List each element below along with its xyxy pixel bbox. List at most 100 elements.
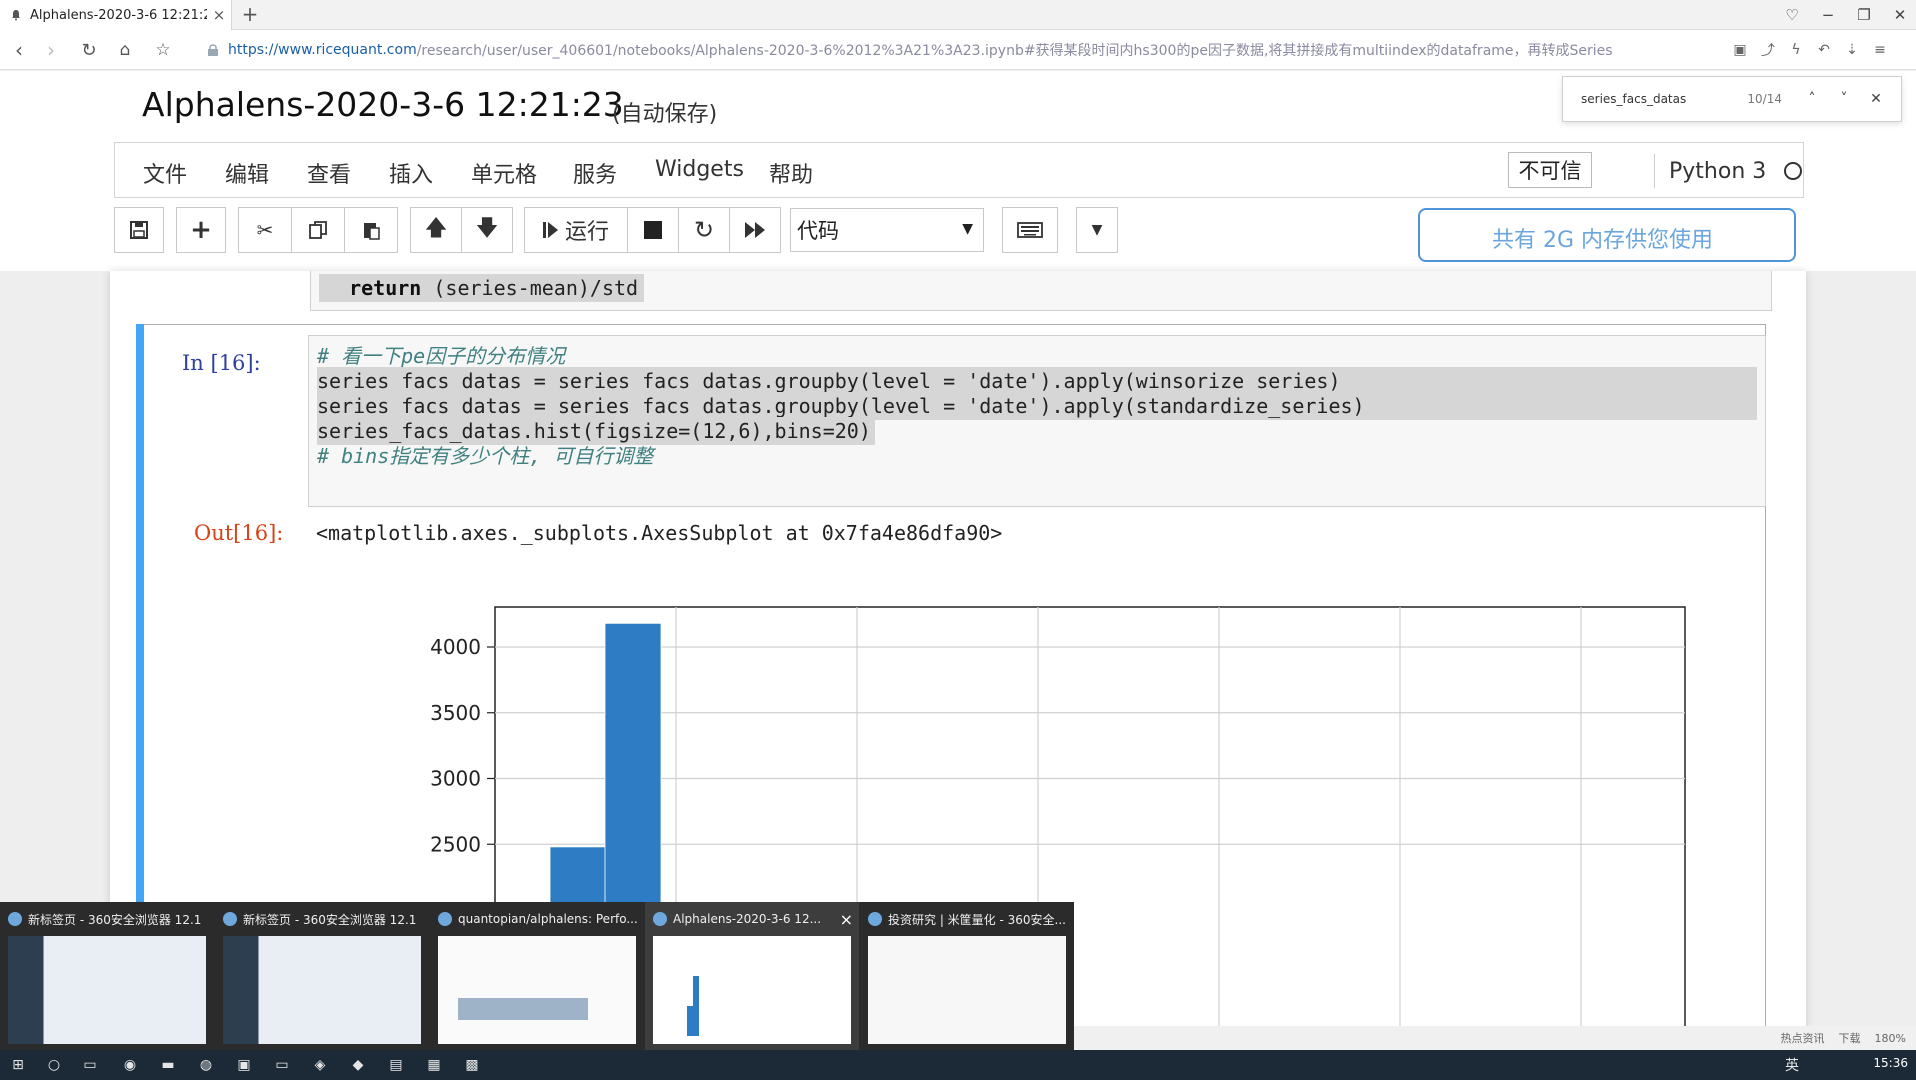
tab-close-icon[interactable]: × xyxy=(207,6,231,24)
code-input[interactable]: # 看一下pe因子的分布情况 series_facs_datas = serie… xyxy=(308,335,1766,507)
folder-icon[interactable]: ▬ xyxy=(158,1055,178,1075)
restart-run-all-button[interactable] xyxy=(729,207,781,253)
new-tab-button[interactable]: + xyxy=(238,3,262,27)
news-link[interactable]: 热点资讯 xyxy=(1781,1030,1825,1046)
copy-icon xyxy=(309,221,327,239)
insert-cell-button[interactable]: + xyxy=(176,207,226,253)
find-next-icon[interactable]: ˅ xyxy=(1828,91,1860,107)
output-prompt: Out[16]: xyxy=(194,521,284,545)
home-icon[interactable]: ⌂ xyxy=(112,37,138,63)
forward-icon[interactable]: › xyxy=(38,37,64,63)
os-taskbar: ⊞ ○ ▭ ◉ ▬ ◍ ▣ ▭ ◈ ◆ ▤ ▦ ▩ 英 15:36 xyxy=(0,1050,1916,1080)
code-line: series_facs_datas = series_facs_datas.gr… xyxy=(317,367,1757,395)
bookmark-window-icon[interactable]: ♡ xyxy=(1774,0,1810,30)
back-icon[interactable]: ‹ xyxy=(6,37,32,63)
kernel-name: Python 3 xyxy=(1669,158,1767,184)
stop-icon xyxy=(644,221,662,239)
find-query[interactable]: series_facs_datas xyxy=(1581,92,1726,106)
interrupt-button[interactable] xyxy=(627,207,679,253)
code-line: series_facs_datas.hist(figsize=(12,6),bi… xyxy=(317,417,875,445)
move-down-button[interactable]: 🡇 xyxy=(461,207,513,253)
app-icon[interactable]: ▭ xyxy=(272,1055,292,1075)
code-line: # bins指定有多少个柱, 可自行调整 xyxy=(317,444,654,468)
browser-icon xyxy=(438,912,452,926)
address-bar: ‹ › ↻ ⌂ ☆ https://www.ricequant.com /res… xyxy=(0,30,1916,70)
search-icon[interactable]: ○ xyxy=(44,1055,64,1075)
preview-close-icon[interactable]: × xyxy=(840,910,853,929)
app-icon[interactable]: ▤ xyxy=(386,1055,406,1075)
task-view-icon[interactable]: ▭ xyxy=(80,1055,100,1075)
minimize-icon[interactable]: − xyxy=(1810,0,1846,30)
app-icon[interactable]: ◆ xyxy=(348,1055,368,1075)
menu-view[interactable]: 查看 xyxy=(307,157,351,189)
browser-icon xyxy=(868,912,882,926)
preview-window[interactable]: 新标签页 - 360安全浏览器 12.1 xyxy=(0,902,214,1050)
app-icon[interactable]: ▣ xyxy=(234,1055,254,1075)
code-line: series_facs_datas = series_facs_datas.gr… xyxy=(317,392,1757,420)
download-link[interactable]: 下载 xyxy=(1839,1030,1861,1046)
menu-cell[interactable]: 单元格 xyxy=(471,157,537,189)
lock-icon xyxy=(208,44,218,56)
find-close-icon[interactable]: ✕ xyxy=(1860,91,1892,107)
code-line: # 看一下pe因子的分布情况 xyxy=(317,344,566,368)
cut-button[interactable]: ✂ xyxy=(238,207,292,253)
url-field[interactable]: https://www.ricequant.com /research/user… xyxy=(206,37,1726,63)
browser-tools: ▣ ⤴ ϟ ↶ ⇣ ≡ xyxy=(1726,37,1894,63)
browser-taskbar-icon[interactable]: ◉ xyxy=(120,1055,140,1075)
menu-edit[interactable]: 编辑 xyxy=(225,157,269,189)
preview-window[interactable]: 新标签页 - 360安全浏览器 12.1 xyxy=(215,902,429,1050)
preview-window-active[interactable]: Alphalens-2020-3-6 12... × xyxy=(645,902,859,1050)
menu-insert[interactable]: 插入 xyxy=(389,157,433,189)
preview-window[interactable]: 投资研究 | 米筐量化 - 360安全... xyxy=(860,902,1074,1050)
undo-icon[interactable]: ↶ xyxy=(1810,37,1838,63)
menu-icon[interactable]: ≡ xyxy=(1866,37,1894,63)
star-icon[interactable]: ☆ xyxy=(150,37,176,63)
browser-tab-active[interactable]: Alphalens-2020-3-6 12:21:23 × xyxy=(0,0,232,30)
zoom-level[interactable]: 180% xyxy=(1875,1032,1906,1045)
ime-indicator[interactable]: 英 xyxy=(1780,1055,1804,1075)
paste-button[interactable] xyxy=(344,207,398,253)
find-prev-icon[interactable]: ˄ xyxy=(1796,91,1828,107)
menu-help[interactable]: 帮助 xyxy=(769,157,813,189)
browser-status-bar: 热点资讯 下载 180% xyxy=(1074,1026,1916,1050)
run-button[interactable]: 运行 xyxy=(524,207,628,253)
app-icon[interactable]: ▩ xyxy=(462,1055,482,1075)
share-icon[interactable]: ⤴ xyxy=(1754,37,1782,63)
download-icon[interactable]: ⇣ xyxy=(1838,37,1866,63)
menu-widgets[interactable]: Widgets xyxy=(655,157,744,182)
menu-kernel[interactable]: 服务 xyxy=(573,157,617,189)
windows-start-icon[interactable]: ⊞ xyxy=(8,1055,28,1075)
app-icon[interactable]: ▦ xyxy=(424,1055,444,1075)
y-tick-label: 3500 xyxy=(430,701,481,725)
plus-icon: + xyxy=(190,215,212,245)
browser-icon xyxy=(223,912,237,926)
preview-title: 投资研究 | 米筐量化 - 360安全... xyxy=(888,912,1066,927)
fast-forward-icon xyxy=(745,222,765,238)
save-button[interactable] xyxy=(114,207,164,253)
reader-icon[interactable]: ▣ xyxy=(1726,37,1754,63)
trust-button[interactable]: 不可信 xyxy=(1508,152,1592,188)
lightning-icon[interactable]: ϟ xyxy=(1782,37,1810,63)
preview-title: 新标签页 - 360安全浏览器 12.1 xyxy=(28,912,202,927)
find-count: 10/14 xyxy=(1747,92,1782,106)
previous-cell-input[interactable]: return (series-mean)/std xyxy=(310,271,1772,311)
menu-file[interactable]: 文件 xyxy=(143,157,187,189)
preview-window[interactable]: quantopian/alphalens: Perfo... xyxy=(430,902,644,1050)
bell-icon xyxy=(12,10,20,21)
close-window-icon[interactable]: ✕ xyxy=(1882,0,1916,30)
restore-icon[interactable]: ❐ xyxy=(1846,0,1882,30)
cell-type-select[interactable]: 代码 ▼ xyxy=(790,208,984,252)
copy-button[interactable] xyxy=(291,207,345,253)
reload-icon[interactable]: ↻ xyxy=(76,37,102,63)
window-controls: ♡ − ❐ ✕ xyxy=(1774,0,1916,30)
app-icon[interactable]: ◍ xyxy=(196,1055,216,1075)
command-palette-button[interactable] xyxy=(1002,207,1058,253)
restart-button[interactable]: ↻ xyxy=(678,207,730,253)
notebook-title[interactable]: Alphalens-2020-3-6 12:21:23 xyxy=(142,85,624,124)
more-toolbar-button[interactable]: ▼ xyxy=(1076,207,1118,253)
move-up-button[interactable]: 🡅 xyxy=(410,207,462,253)
paste-icon xyxy=(364,223,380,240)
browser-tabbar: Alphalens-2020-3-6 12:21:23 × + ♡ − ❐ ✕ xyxy=(0,0,1916,30)
shield-icon[interactable]: ◈ xyxy=(310,1055,330,1075)
memory-banner: 共有 2G 内存供您使用 xyxy=(1418,208,1796,262)
